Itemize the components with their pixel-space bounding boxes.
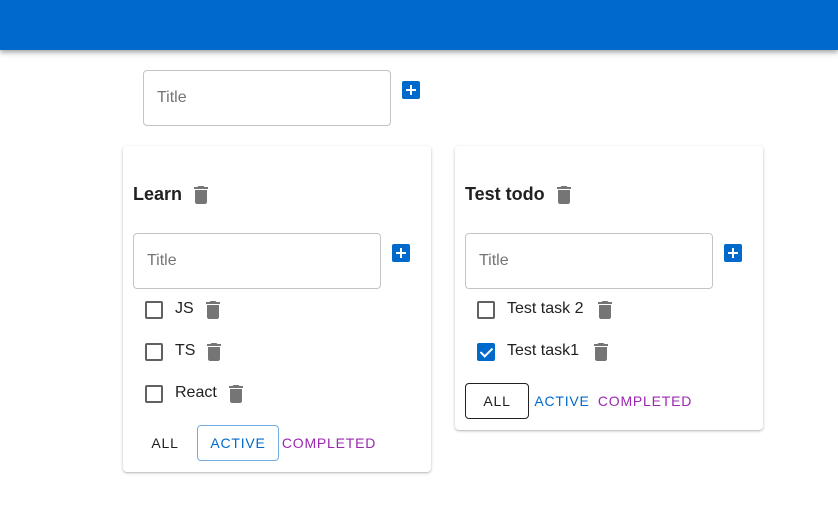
filter-completed-button[interactable]: COMPLETED (282, 425, 376, 461)
filter-all-button[interactable]: ALL (465, 383, 529, 419)
trash-icon (194, 186, 208, 204)
add-list-button[interactable] (402, 81, 420, 99)
task-checkbox[interactable] (145, 385, 163, 403)
delete-list-button[interactable] (557, 186, 571, 204)
delete-list-button[interactable] (194, 186, 208, 204)
delete-task-button[interactable] (229, 385, 243, 403)
task-checkbox[interactable] (477, 343, 495, 361)
card-title: Learn (133, 184, 183, 204)
task-checkbox[interactable] (145, 301, 163, 319)
trash-icon (229, 385, 243, 403)
delete-task-button[interactable] (598, 301, 612, 319)
filter-active-button[interactable]: ACTIVE (197, 425, 279, 461)
task-label: JS (175, 300, 194, 317)
trash-icon (206, 301, 220, 319)
delete-task-button[interactable] (206, 301, 220, 319)
new-list-title-field (143, 70, 391, 126)
task-title-field (465, 233, 713, 289)
delete-task-button[interactable] (594, 343, 608, 361)
task-title-field (133, 233, 381, 289)
trash-icon (207, 343, 221, 361)
task-label: Test task 2 (507, 300, 584, 317)
task-label: React (175, 384, 217, 401)
card-title: Test todo (465, 184, 545, 204)
task-title-input[interactable] (134, 234, 380, 288)
trash-icon (594, 343, 608, 361)
add-task-button[interactable] (724, 244, 742, 262)
task-checkbox[interactable] (477, 301, 495, 319)
todo-list-card-learn: Learn JS TS React (123, 146, 431, 472)
app-bar (0, 0, 838, 50)
trash-icon (598, 301, 612, 319)
task-label: Test task1 (507, 342, 580, 359)
task-label: TS (175, 342, 196, 359)
new-list-title-input[interactable] (144, 71, 390, 125)
task-title-input[interactable] (466, 234, 712, 288)
filter-completed-button[interactable]: COMPLETED (598, 383, 692, 419)
todo-list-card-test-todo: Test todo Test task 2 Test task1 ALL ACT… (455, 146, 763, 430)
filter-active-button[interactable]: ACTIVE (533, 383, 591, 419)
add-task-button[interactable] (392, 244, 410, 262)
task-checkbox[interactable] (145, 343, 163, 361)
delete-task-button[interactable] (207, 343, 221, 361)
filter-all-button[interactable]: ALL (143, 425, 187, 461)
trash-icon (557, 186, 571, 204)
